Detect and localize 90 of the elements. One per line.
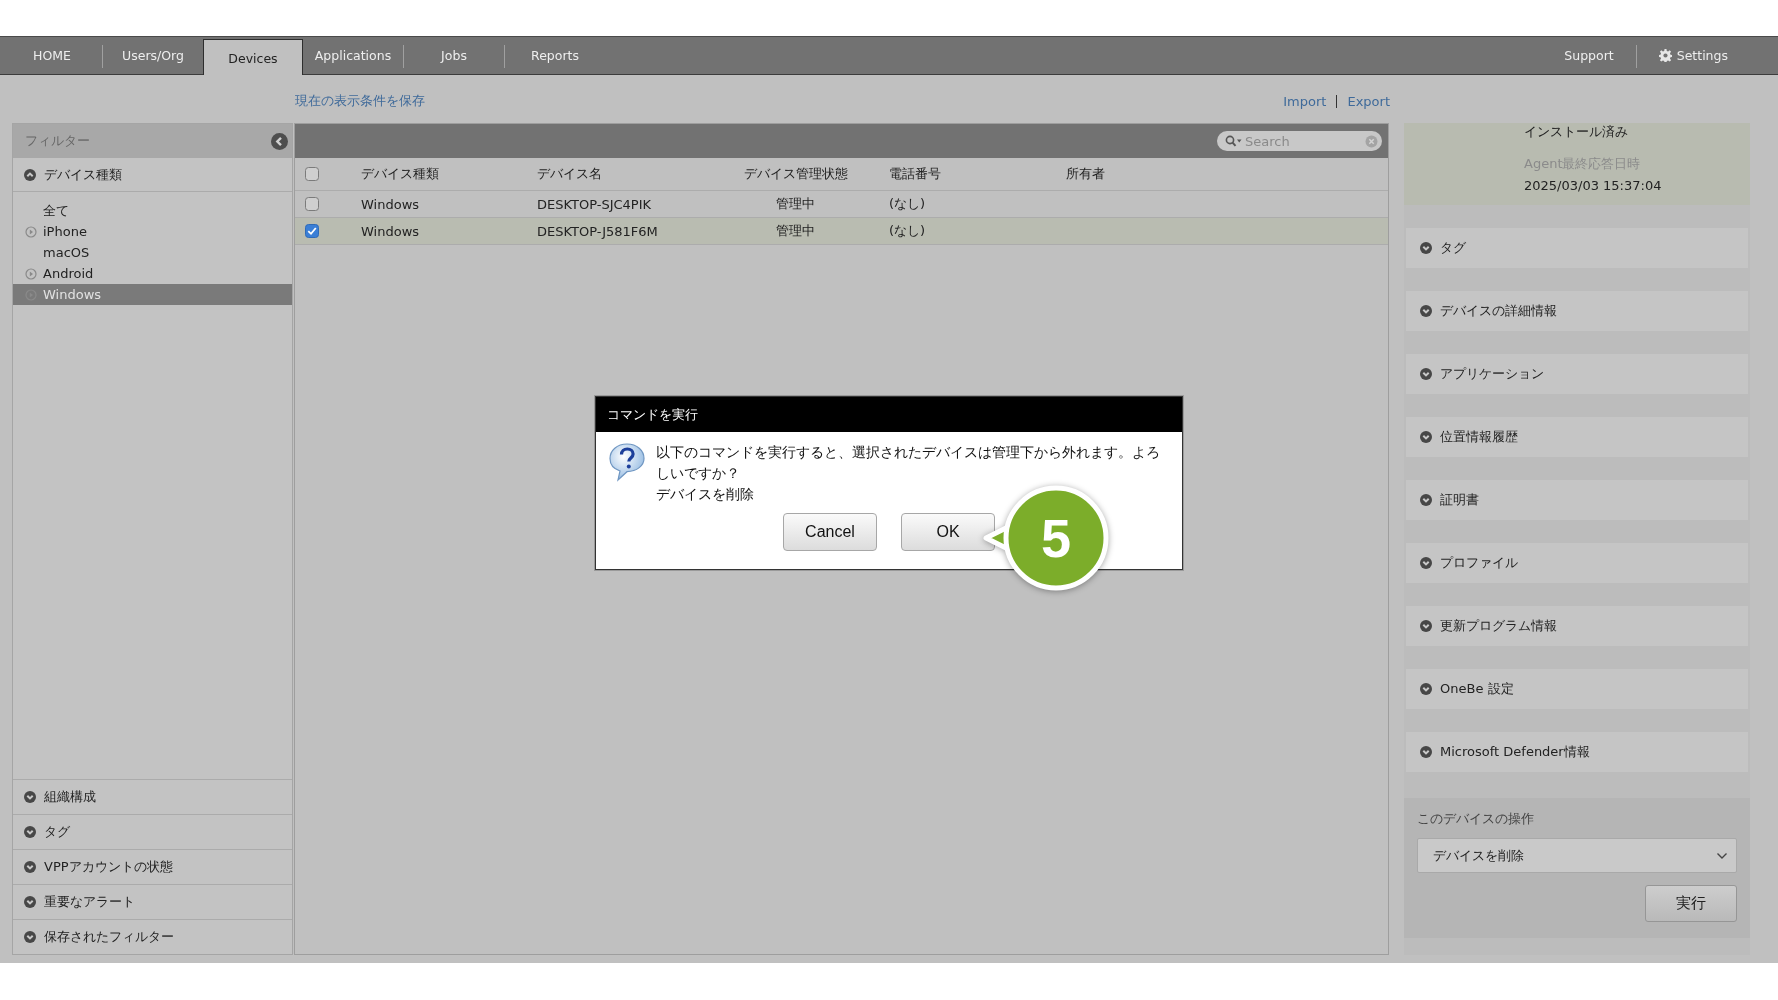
section-title[interactable]: VPPアカウントの状態	[44, 858, 173, 876]
ok-button[interactable]: OK	[901, 513, 995, 551]
field-value: 2025/03/03 15:37:04	[1524, 178, 1663, 193]
search-icon[interactable]	[1225, 135, 1242, 147]
filter-item-label: macOS	[43, 245, 90, 260]
field-value: インストール済み	[1524, 123, 1629, 141]
accordion-section[interactable]: タグ	[1406, 228, 1748, 268]
filter-item-label: iPhone	[43, 224, 87, 239]
expand-icon[interactable]	[1420, 620, 1432, 632]
checkbox[interactable]	[305, 197, 319, 211]
expand-icon[interactable]	[24, 791, 36, 803]
column-header[interactable]: 所有者	[1066, 165, 1388, 183]
section-title: Microsoft Defender情報	[1440, 743, 1590, 761]
accordion-section[interactable]: アプリケーション	[1406, 354, 1748, 394]
command-name: デバイスを削除	[656, 485, 755, 504]
gear-icon	[1658, 49, 1672, 62]
section-title: タグ	[1440, 239, 1466, 257]
nav-tab[interactable]: Jobs	[404, 37, 504, 74]
section-title: 証明書	[1440, 491, 1479, 509]
checkbox[interactable]	[305, 167, 319, 181]
section-title[interactable]: デバイス種類	[44, 165, 122, 184]
filter-item-label: Windows	[43, 287, 102, 302]
expand-icon[interactable]	[1420, 242, 1432, 254]
expand-icon[interactable]	[1420, 746, 1432, 758]
section-title[interactable]: 保存されたフィルター	[44, 928, 174, 946]
table-cell-text: (なし)	[888, 195, 927, 213]
table-cell-text: DESKTOP-J581F6M	[537, 223, 659, 239]
command-select[interactable]: デバイスを削除	[1417, 838, 1737, 873]
expand-icon[interactable]	[24, 931, 36, 943]
checkbox[interactable]	[305, 224, 319, 238]
column-header[interactable]: デバイス種類	[361, 165, 537, 183]
accordion-section[interactable]: 位置情報履歴	[1406, 417, 1748, 457]
accordion-section[interactable]: Microsoft Defender情報	[1406, 732, 1748, 772]
collapse-icon[interactable]	[24, 168, 36, 181]
dialog-message: 以下のコマンドを実行すると、選択されたデバイスは管理下から外れます。よろしいですか？	[656, 443, 1161, 483]
expand-icon[interactable]	[1420, 683, 1432, 695]
expand-icon[interactable]	[1420, 557, 1432, 569]
filter-item-label: 全て	[43, 201, 69, 220]
expand-icon[interactable]	[24, 896, 36, 908]
nav-tab[interactable]: HOME	[2, 37, 102, 74]
run-button[interactable]: 実行	[1645, 885, 1737, 922]
cancel-button[interactable]: Cancel	[783, 513, 877, 551]
panel-title: このデバイスの操作	[1417, 810, 1535, 828]
filter-item[interactable]: 全て	[13, 200, 292, 221]
table-cell-text: 管理中	[775, 195, 816, 213]
section-title[interactable]: タグ	[44, 823, 70, 841]
search-field[interactable]: Search	[1217, 131, 1382, 151]
accordion-section[interactable]: 証明書	[1406, 480, 1748, 520]
caret-icon	[1716, 851, 1728, 860]
section-title[interactable]: 組織構成	[44, 788, 96, 806]
dialog-title: コマンドを実行	[596, 397, 1182, 432]
table-cell-text: (なし)	[888, 222, 927, 240]
settings-link[interactable]: Settings	[1676, 48, 1728, 63]
filter-item[interactable]: macOS	[13, 242, 292, 263]
nav-tab[interactable]: Applications	[303, 37, 403, 74]
filter-item[interactable]: iPhone	[13, 221, 292, 242]
support-link[interactable]: Support	[1564, 48, 1614, 63]
expand-icon[interactable]	[1420, 305, 1432, 317]
filter-item[interactable]: Android	[13, 263, 292, 284]
expand-icon[interactable]	[1420, 431, 1432, 443]
nav-tab[interactable]: Devices	[203, 39, 303, 75]
column-header[interactable]: デバイス管理状態	[730, 165, 861, 183]
section-title: プロファイル	[1440, 554, 1518, 572]
section-title: 位置情報履歴	[1440, 428, 1518, 446]
expand-icon[interactable]	[24, 861, 36, 873]
section-title[interactable]: 重要なアラート	[44, 893, 135, 911]
accordion-section[interactable]: プロファイル	[1406, 543, 1748, 583]
column-header[interactable]: 電話番号	[861, 165, 1066, 183]
table-cell-text: Windows	[361, 196, 421, 212]
table-cell-text: Windows	[361, 223, 421, 239]
expand-icon[interactable]	[1420, 368, 1432, 380]
table-cell-text: 管理中	[775, 222, 816, 240]
accordion-section[interactable]: デバイスの詳細情報	[1406, 291, 1748, 331]
question-icon	[608, 442, 646, 482]
search-input[interactable]: Search	[1245, 133, 1362, 149]
accordion-section[interactable]: OneBe 設定	[1406, 669, 1748, 709]
collapse-icon[interactable]	[271, 132, 288, 150]
expand-icon[interactable]	[24, 826, 36, 838]
section-title: OneBe 設定	[1440, 680, 1514, 698]
section-title: アプリケーション	[1440, 365, 1544, 383]
table-row[interactable]: Windows DESKTOP-J581F6M 管理中 (なし)	[295, 218, 1388, 245]
table-cell-text: DESKTOP-SJC4PIK	[537, 196, 653, 212]
column-header[interactable]: デバイス名	[537, 165, 730, 183]
filter-item-label: Android	[43, 266, 94, 281]
nav-tab[interactable]: Reports	[505, 37, 605, 74]
nav-tab[interactable]: Users/Org	[103, 37, 203, 74]
section-title: 更新プログラム情報	[1440, 617, 1557, 635]
section-title: デバイスの詳細情報	[1440, 302, 1557, 320]
accordion-section[interactable]: 更新プログラム情報	[1406, 606, 1748, 646]
expand-icon[interactable]	[1420, 494, 1432, 506]
